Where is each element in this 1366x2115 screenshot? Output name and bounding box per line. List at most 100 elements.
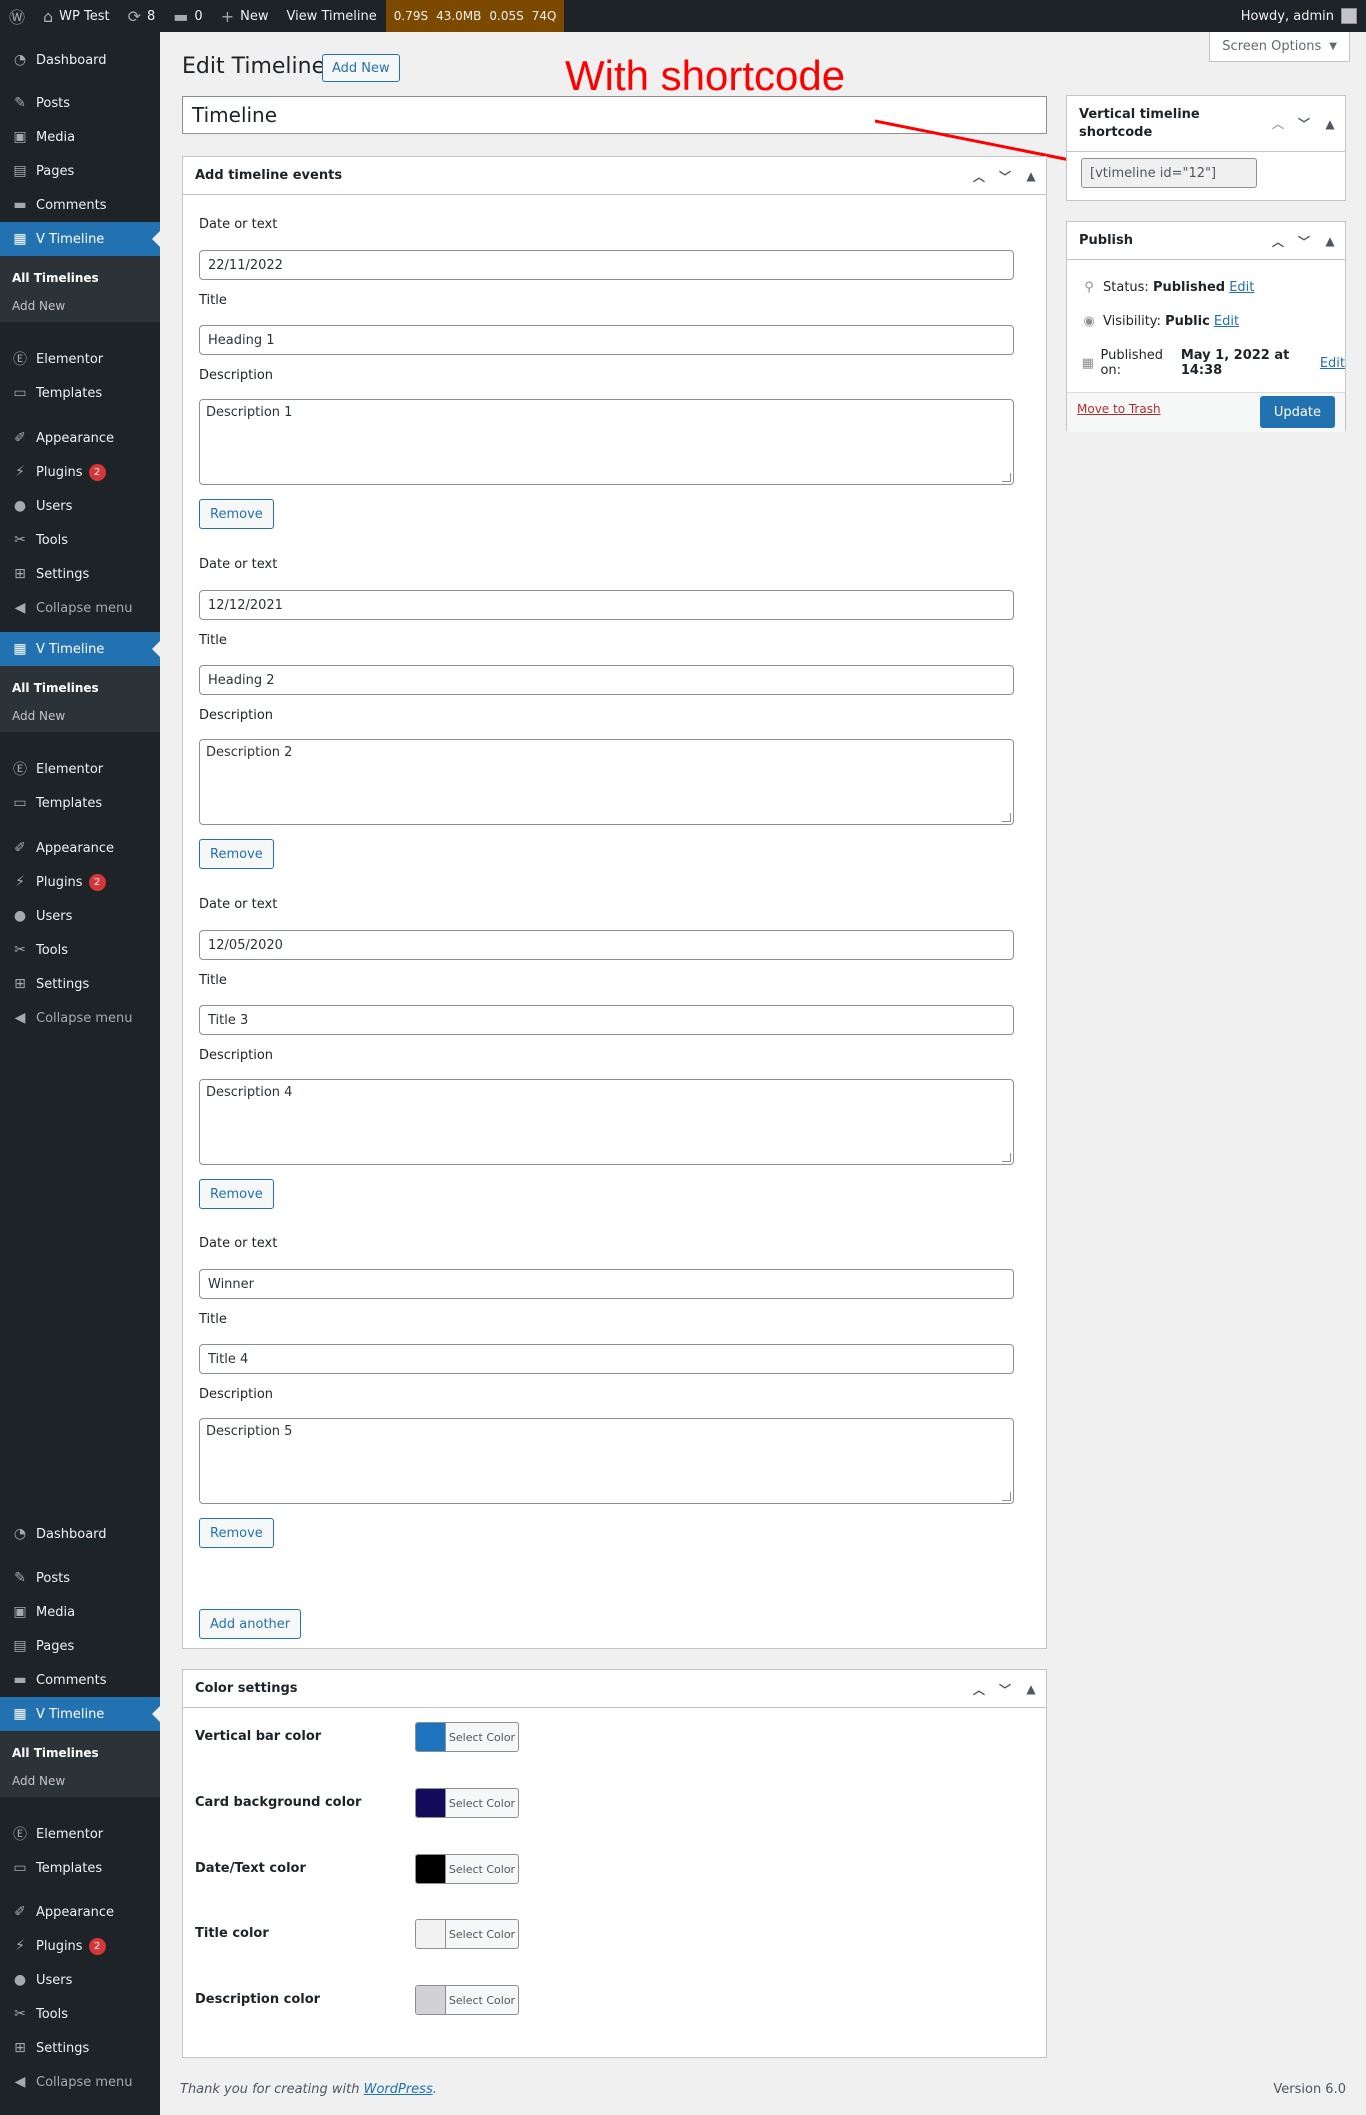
chevron-up-icon[interactable]: ︿ bbox=[1271, 233, 1285, 250]
add-new-button[interactable]: Add New bbox=[322, 54, 400, 82]
menu-dashboard[interactable]: ◔ Dashboard bbox=[0, 43, 160, 77]
chevron-down-icon[interactable]: ﹀ bbox=[1297, 233, 1311, 250]
menu-settings[interactable]: ⊞ Settings bbox=[0, 557, 160, 591]
add-another-button[interactable]: Add another bbox=[199, 1609, 302, 1639]
menu-comments[interactable]: ▬ Comments bbox=[0, 1663, 160, 1697]
update-button[interactable]: Update bbox=[1259, 396, 1335, 428]
description-textarea[interactable]: Description 1 bbox=[199, 399, 1014, 485]
description-textarea[interactable]: Description 5 bbox=[199, 1418, 1014, 1504]
menu-vtimeline[interactable]: ▦ V Timeline bbox=[0, 632, 160, 666]
menu-appearance[interactable]: ✐ Appearance bbox=[0, 421, 160, 455]
color-picker-button[interactable]: Select Color bbox=[415, 1788, 519, 1818]
chevron-up-icon[interactable]: ︿ bbox=[972, 168, 986, 185]
date-input[interactable]: 22/11/2022 bbox=[199, 250, 1014, 280]
menu-users[interactable]: ● Users bbox=[0, 899, 160, 933]
remove-button[interactable]: Remove bbox=[199, 1518, 274, 1548]
menu-templates[interactable]: ▭ Templates bbox=[0, 1851, 160, 1885]
edit-date-link[interactable]: Edit bbox=[1320, 356, 1345, 371]
submenu-all-timelines[interactable]: All Timelines bbox=[12, 1746, 99, 1760]
description-textarea[interactable]: Description 2 bbox=[199, 739, 1014, 825]
menu-media[interactable]: ▣ Media bbox=[0, 120, 160, 154]
screen-options-button[interactable]: Screen Options ▼ bbox=[1209, 32, 1350, 62]
remove-button[interactable]: Remove bbox=[199, 499, 274, 529]
menu-settings[interactable]: ⊞ Settings bbox=[0, 2031, 160, 2065]
comments-link[interactable]: ▬ 0 bbox=[164, 0, 211, 32]
menu-tools[interactable]: ✂ Tools bbox=[0, 523, 160, 557]
move-to-trash-link[interactable]: Move to Trash bbox=[1077, 402, 1161, 416]
remove-button[interactable]: Remove bbox=[199, 839, 274, 869]
menu-users[interactable]: ● Users bbox=[0, 1963, 160, 1997]
footer-version: Version 6.0 bbox=[1273, 2082, 1346, 2097]
color-picker-button[interactable]: Select Color bbox=[415, 1919, 519, 1949]
menu-settings[interactable]: ⊞ Settings bbox=[0, 967, 160, 1001]
submenu-all-timelines[interactable]: All Timelines bbox=[12, 681, 99, 695]
collapse-menu-button[interactable]: ◀ Collapse menu bbox=[0, 591, 160, 625]
new-content-link[interactable]: + New bbox=[212, 0, 278, 32]
menu-comments[interactable]: ▬ Comments bbox=[0, 188, 160, 222]
menu-posts[interactable]: ✎ Posts bbox=[0, 86, 160, 120]
shortcode-field[interactable]: [vtimeline id="12"] bbox=[1081, 158, 1257, 188]
menu-vtimeline[interactable]: ▦ V Timeline bbox=[0, 222, 160, 256]
menu-templates[interactable]: ▭ Templates bbox=[0, 786, 160, 820]
submenu-add-new[interactable]: Add New bbox=[12, 299, 65, 313]
chevron-down-icon[interactable]: ﹀ bbox=[1297, 115, 1311, 133]
remove-button[interactable]: Remove bbox=[199, 1179, 274, 1209]
toggle-arrow-icon[interactable]: ▲ bbox=[1323, 234, 1337, 248]
color-picker-button[interactable]: Select Color bbox=[415, 1854, 519, 1884]
menu-tools[interactable]: ✂ Tools bbox=[0, 1997, 160, 2031]
submenu-all-timelines[interactable]: All Timelines bbox=[12, 271, 99, 285]
publish-status-row: ⚲ Status: Published Edit bbox=[1079, 280, 1254, 295]
site-name-link[interactable]: ⌂ WP Test bbox=[34, 0, 119, 32]
menu-vtimeline[interactable]: ▦ V Timeline bbox=[0, 1697, 160, 1731]
date-input[interactable]: 12/05/2020 bbox=[199, 930, 1014, 960]
wordpress-link[interactable]: WordPress bbox=[364, 2082, 433, 2097]
menu-elementor[interactable]: Ⓔ Elementor bbox=[0, 1817, 160, 1851]
title-input[interactable]: Title 3 bbox=[199, 1005, 1014, 1035]
menu-plugins[interactable]: ⚡ Plugins 2 bbox=[0, 865, 160, 899]
menu-tools[interactable]: ✂ Tools bbox=[0, 933, 160, 967]
edit-visibility-link[interactable]: Edit bbox=[1214, 314, 1239, 329]
submenu-add-new[interactable]: Add New bbox=[12, 1774, 65, 1788]
edit-status-link[interactable]: Edit bbox=[1229, 280, 1254, 295]
updates-link[interactable]: ⟳ 8 bbox=[119, 0, 165, 32]
menu-elementor[interactable]: Ⓔ Elementor bbox=[0, 342, 160, 376]
title-input[interactable]: Title 4 bbox=[199, 1344, 1014, 1374]
view-timeline-link[interactable]: View Timeline bbox=[277, 0, 385, 32]
query-monitor-stats[interactable]: 0.79S 43.0MB 0.05S 74Q bbox=[385, 0, 565, 32]
menu-pages[interactable]: ▤ Pages bbox=[0, 1629, 160, 1663]
description-textarea[interactable]: Description 4 bbox=[199, 1079, 1014, 1165]
color-picker-button[interactable]: Select Color bbox=[415, 1985, 519, 2015]
date-input[interactable]: 12/12/2021 bbox=[199, 590, 1014, 620]
title-input[interactable]: Heading 2 bbox=[199, 665, 1014, 695]
menu-elementor[interactable]: Ⓔ Elementor bbox=[0, 752, 160, 786]
toggle-arrow-icon[interactable]: ▲ bbox=[1024, 169, 1038, 183]
date-input[interactable]: Winner bbox=[199, 1269, 1014, 1299]
submenu-add-new[interactable]: Add New bbox=[12, 709, 65, 723]
menu-media[interactable]: ▣ Media bbox=[0, 1595, 160, 1629]
toggle-arrow-icon[interactable]: ▲ bbox=[1323, 115, 1337, 133]
page-title: Edit Timeline bbox=[182, 54, 326, 79]
menu-pages[interactable]: ▤ Pages bbox=[0, 154, 160, 188]
title-input[interactable]: Heading 1 bbox=[199, 325, 1014, 355]
color-picker-button[interactable]: Select Color bbox=[415, 1722, 519, 1752]
settings-icon: ⊞ bbox=[14, 2040, 26, 2056]
chevron-up-icon[interactable]: ︿ bbox=[1271, 115, 1285, 133]
shortcode-box: Vertical timeline shortcode ︿ ﹀ ▲ [vtime… bbox=[1066, 95, 1346, 201]
menu-posts[interactable]: ✎ Posts bbox=[0, 1561, 160, 1595]
collapse-menu-button[interactable]: ◀ Collapse menu bbox=[0, 2065, 160, 2099]
my-account-link[interactable]: Howdy, admin bbox=[1232, 0, 1366, 32]
collapse-menu-button[interactable]: ◀ Collapse menu bbox=[0, 1001, 160, 1035]
menu-plugins[interactable]: ⚡ Plugins 2 bbox=[0, 455, 160, 489]
menu-appearance[interactable]: ✐ Appearance bbox=[0, 831, 160, 865]
wordpress-logo-icon[interactable]: Ⓦ bbox=[0, 0, 34, 32]
menu-plugins[interactable]: ⚡ Plugins 2 bbox=[0, 1929, 160, 1963]
toggle-arrow-icon[interactable]: ▲ bbox=[1024, 1682, 1038, 1696]
menu-appearance[interactable]: ✐ Appearance bbox=[0, 1895, 160, 1929]
menu-users[interactable]: ● Users bbox=[0, 489, 160, 523]
menu-dashboard[interactable]: ◔ Dashboard bbox=[0, 1517, 160, 1551]
chevron-down-icon[interactable]: ﹀ bbox=[998, 1681, 1012, 1698]
chevron-down-icon[interactable]: ﹀ bbox=[998, 168, 1012, 185]
menu-templates[interactable]: ▭ Templates bbox=[0, 376, 160, 410]
title-label: Title bbox=[199, 1312, 227, 1327]
chevron-up-icon[interactable]: ︿ bbox=[972, 1681, 986, 1698]
